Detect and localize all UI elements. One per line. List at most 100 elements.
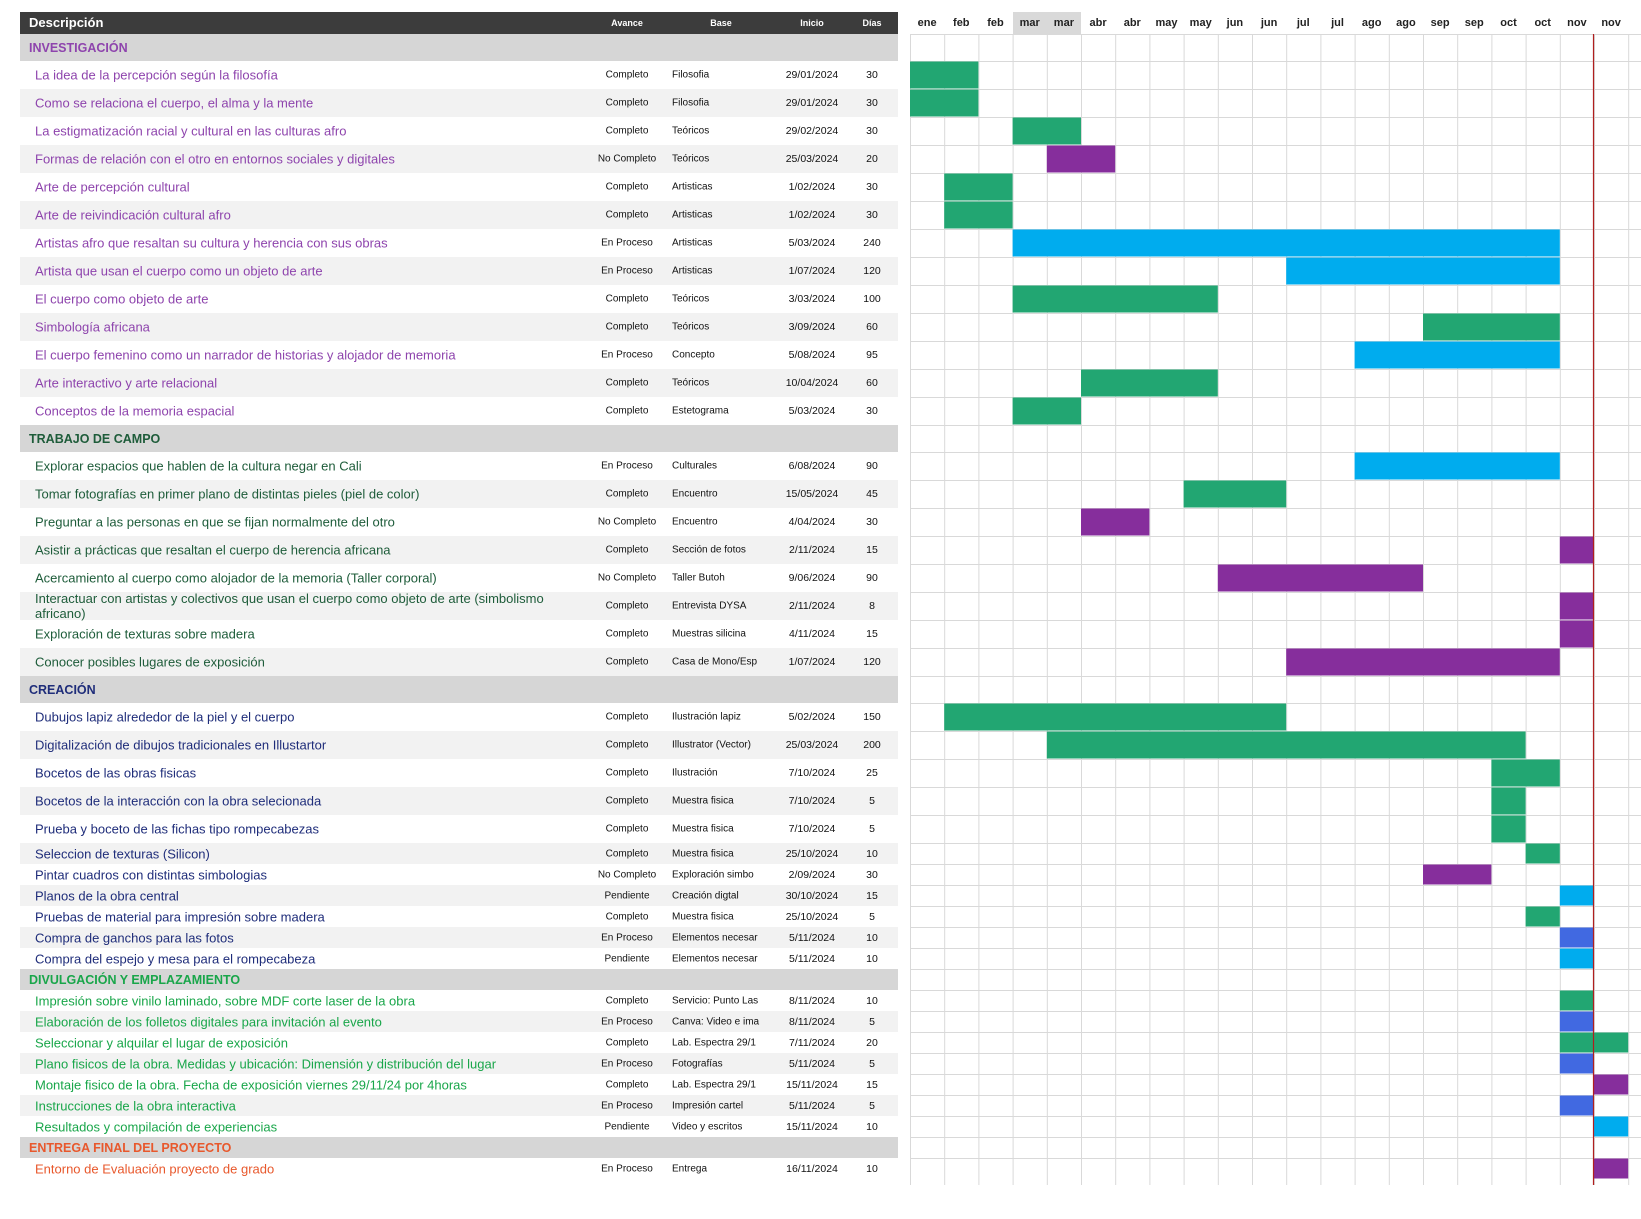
gantt-bar[interactable] <box>1559 885 1594 906</box>
gantt-bar[interactable] <box>1491 787 1526 815</box>
gantt-bar[interactable] <box>1423 864 1492 885</box>
task-avance: Pendiente <box>604 1121 650 1132</box>
gantt-bar[interactable] <box>1286 257 1560 285</box>
section-row[interactable]: TRABAJO DE CAMPO <box>20 425 898 452</box>
task-row[interactable]: La estigmatización racial y cultural en … <box>20 117 898 145</box>
task-row[interactable]: Entorno de Evaluación proyecto de grado E… <box>20 1158 898 1179</box>
task-row[interactable]: Acercamiento al cuerpo como alojador de … <box>20 564 898 592</box>
gantt-bar[interactable] <box>944 201 1013 229</box>
task-row[interactable]: Simbología africana Completo Teóricos 3/09/… <box>20 313 898 341</box>
gantt-bar[interactable] <box>1354 452 1560 480</box>
task-row[interactable]: El cuerpo femenino como un narrador de h… <box>20 341 898 369</box>
task-dias: 90 <box>866 572 878 584</box>
gantt-bar[interactable] <box>1286 648 1560 676</box>
header-dias[interactable]: Días <box>857 12 887 34</box>
task-row[interactable]: Resultados y compilación de experiencias… <box>20 1116 898 1137</box>
header-inicio[interactable]: Inicio <box>771 12 853 34</box>
gantt-bar[interactable] <box>1559 1095 1594 1116</box>
gantt-bar[interactable] <box>1559 620 1594 648</box>
task-base: Estetograma <box>672 405 729 417</box>
header-descripcion[interactable]: Descripción <box>29 12 103 34</box>
task-row[interactable]: Preguntar a las personas en que se fijan… <box>20 508 898 536</box>
task-row[interactable]: Tomar fotografías en primer plano de dis… <box>20 480 898 508</box>
header-avance[interactable]: Avance <box>583 12 671 34</box>
task-row[interactable]: Dubujos lapiz alrededor de la piel y el … <box>20 703 898 731</box>
task-base: Culturales <box>672 460 718 472</box>
gantt-bar[interactable] <box>1081 369 1218 397</box>
gantt-bar[interactable] <box>1594 1116 1629 1137</box>
gantt-bar[interactable] <box>1559 927 1594 948</box>
gantt-bar[interactable] <box>910 89 979 117</box>
task-row[interactable]: Instrucciones de la obra interactiva En P… <box>20 1095 898 1116</box>
task-row[interactable]: Pruebas de material para impresión sobre… <box>20 906 898 927</box>
task-row[interactable]: Explorar espacios que hablen de la cultu… <box>20 452 898 480</box>
task-description: Conocer posibles lugares de exposición <box>35 654 265 670</box>
task-row[interactable]: Elaboración de los folletos digitales pa… <box>20 1011 898 1032</box>
gantt-bar[interactable] <box>1423 313 1560 341</box>
task-row[interactable]: El cuerpo como objeto de arte Completo Teó… <box>20 285 898 313</box>
section-row[interactable]: INVESTIGACIÓN <box>20 34 898 61</box>
task-row[interactable]: Plano fisicos de la obra. Medidas y ubic… <box>20 1053 898 1074</box>
task-row[interactable]: Como se relaciona el cuerpo, el alma y l… <box>20 89 898 117</box>
task-row[interactable]: Arte de percepción cultural Completo Artis… <box>20 173 898 201</box>
task-inicio: 5/08/2024 <box>788 349 836 361</box>
gantt-bar[interactable] <box>1012 117 1081 145</box>
task-row[interactable]: Digitalización de dibujos tradicionales … <box>20 731 898 759</box>
gantt-bar[interactable] <box>944 703 1287 731</box>
gantt-bar[interactable] <box>910 61 979 89</box>
gantt-bar[interactable] <box>1525 843 1560 864</box>
task-row[interactable]: Interactuar con artistas y colectivos qu… <box>20 591 898 621</box>
gantt-bar[interactable] <box>1559 1053 1594 1074</box>
gantt-bar[interactable] <box>1012 229 1560 257</box>
task-table: Descripción Avance Base Inicio Días INVE… <box>20 12 898 1179</box>
gantt-bar[interactable] <box>1559 592 1594 620</box>
task-row[interactable]: Impresión sobre vinilo laminado, sobre M… <box>20 990 898 1011</box>
task-description: Simbología africana <box>35 319 150 335</box>
task-row[interactable]: Seleccion de texturas (Silicon) Completo M… <box>20 843 898 864</box>
gantt-bar[interactable] <box>1491 815 1526 843</box>
task-row[interactable]: Formas de relación con el otro en entorn… <box>20 145 898 173</box>
task-row[interactable]: Artista que usan el cuerpo como un objet… <box>20 257 898 285</box>
task-row[interactable]: Asistir a prácticas que resaltan el cuer… <box>20 536 898 564</box>
task-row[interactable]: Planos de la obra central Pendiente Creaci… <box>20 885 898 906</box>
task-row[interactable]: Arte interactivo y arte relacional Comple… <box>20 369 898 397</box>
task-row[interactable]: Exploración de texturas sobre madera Comp… <box>20 620 898 648</box>
task-row[interactable]: Conceptos de la memoria espacial Completo… <box>20 397 898 425</box>
gantt-bar[interactable] <box>1559 1011 1594 1032</box>
gantt-bar[interactable] <box>1525 906 1560 927</box>
task-row[interactable]: Bocetos de la interacción con la obra se… <box>20 787 898 815</box>
task-row[interactable]: Arte de reivindicación cultural afro Comp… <box>20 201 898 229</box>
gantt-bar[interactable] <box>1046 145 1116 173</box>
gantt-bar[interactable] <box>1559 948 1594 969</box>
task-row[interactable]: Pintar cuadros con distintas simbologias… <box>20 864 898 885</box>
task-row[interactable]: Artistas afro que resaltan su cultura y … <box>20 229 898 257</box>
task-row[interactable]: Bocetos de las obras fisicas Completo Ilus… <box>20 759 898 787</box>
task-row[interactable]: La idea de la percepción según la filoso… <box>20 61 898 89</box>
section-row[interactable]: CREACIÓN <box>20 676 898 703</box>
gantt-bar[interactable] <box>1081 508 1150 536</box>
task-inicio: 1/02/2024 <box>788 209 836 221</box>
gantt-bar[interactable] <box>1012 397 1081 425</box>
gantt-bar[interactable] <box>1594 1158 1629 1179</box>
gantt-bar[interactable] <box>1183 480 1287 508</box>
task-row[interactable]: Montaje fisico de la obra. Fecha de expo… <box>20 1074 898 1095</box>
gantt-bar[interactable] <box>1559 990 1594 1011</box>
task-row[interactable]: Compra del espejo y mesa para el rompeca… <box>20 948 898 969</box>
gantt-bar[interactable] <box>1491 759 1560 787</box>
task-description: Entorno de Evaluación proyecto de grado <box>35 1161 275 1176</box>
gantt-bar[interactable] <box>1046 731 1526 759</box>
task-row[interactable]: Prueba y boceto de las fichas tipo rompe… <box>20 815 898 843</box>
task-inicio: 2/11/2024 <box>789 600 835 612</box>
task-row[interactable]: Conocer posibles lugares de exposición Co… <box>20 648 898 676</box>
gantt-bar[interactable] <box>944 173 1013 201</box>
gantt-bar[interactable] <box>1354 341 1560 369</box>
task-row[interactable]: Compra de ganchos para las fotos En Proce… <box>20 927 898 948</box>
task-row[interactable]: Seleccionar y alquilar el lugar de expos… <box>20 1032 898 1053</box>
gantt-bar[interactable] <box>1217 564 1423 592</box>
section-row[interactable]: ENTREGA FINAL DEL PROYECTO <box>20 1137 898 1158</box>
gantt-bar[interactable] <box>1594 1074 1629 1095</box>
header-base[interactable]: Base <box>672 12 770 34</box>
section-row[interactable]: DIVULGACIÓN Y EMPLAZAMIENTO <box>20 969 898 990</box>
gantt-bar[interactable] <box>1012 285 1218 313</box>
gantt-bar[interactable] <box>1559 536 1594 564</box>
